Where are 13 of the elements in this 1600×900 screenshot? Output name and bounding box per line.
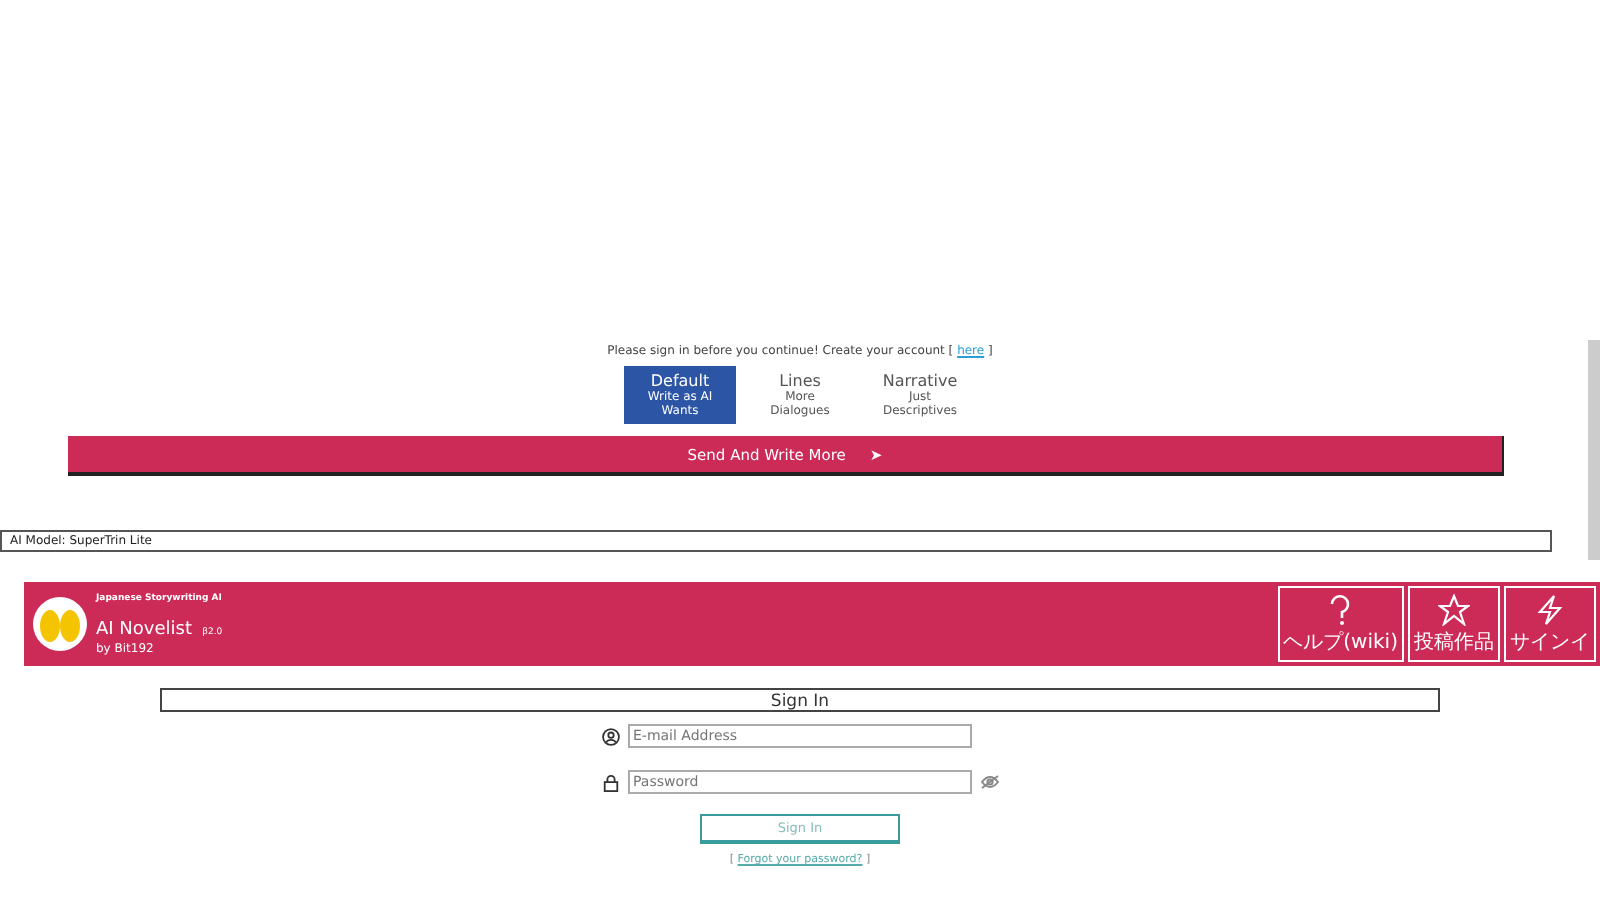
signin-title: Sign In (160, 688, 1440, 712)
star-icon (1438, 593, 1470, 625)
question-mark-icon (1326, 593, 1355, 625)
lightning-bolt-icon (1536, 593, 1564, 625)
header-button[interactable]: ヘルプ(wiki) (1277, 586, 1404, 662)
header-button[interactable]: サインイ (1504, 586, 1596, 662)
logo-icon (32, 596, 88, 652)
app-title: AI Novelist (96, 619, 192, 639)
scrollbar[interactable] (1588, 340, 1600, 560)
lock-icon (601, 773, 619, 791)
user-icon (601, 727, 619, 745)
eye-icon[interactable] (979, 774, 999, 790)
header-button[interactable]: 投稿作品 (1408, 586, 1500, 662)
